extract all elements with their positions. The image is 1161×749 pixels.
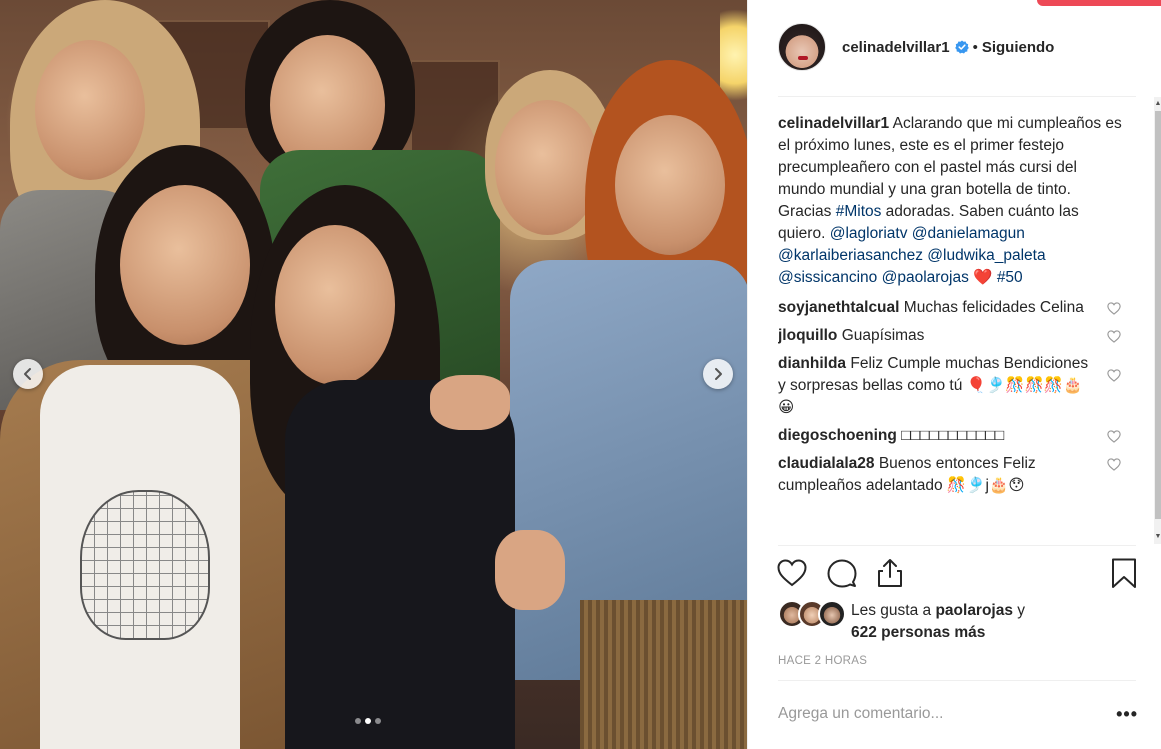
comment-input[interactable] [778,705,1078,723]
chevron-left-icon [24,368,31,380]
comment-username[interactable]: dianhilda [778,355,846,372]
carousel-indicator [355,718,381,724]
tshirt-skull-print [80,490,210,640]
more-options-button[interactable]: ••• [1116,704,1138,725]
comment-text: Muchas felicidades Celina [903,299,1084,316]
comment-username[interactable]: soyjanethtalcual [778,299,899,316]
comment-item: claudialala28 Buenos entonces Feliz cump… [778,453,1123,497]
scroll-down-arrow[interactable]: ▼ [1154,532,1161,542]
post-actions [776,555,1138,595]
person-face [615,115,725,255]
verified-badge-icon [954,40,969,54]
comment-username[interactable]: jloquillo [778,327,837,344]
scrollbar-thumb[interactable] [1155,111,1161,519]
post-photo[interactable] [0,0,747,749]
person-dress [285,380,515,749]
likes-summary: Les gusta a paolarojas y 622 personas má… [778,600,1025,644]
header-separator: • [972,38,978,56]
likes-text: Les gusta a paolarojas y 622 personas má… [851,600,1025,644]
chevron-right-icon [715,368,722,380]
post-username[interactable]: celinadelvillar1 [842,39,950,56]
mention-link[interactable]: @danielamagun [912,225,1025,242]
post-caption: celinadelvillar1 Aclarando que mi cumple… [778,113,1123,289]
post-timestamp[interactable]: HACE 2 HORAS [778,655,867,667]
comment-item: diegoschoening □□□□□□□□□□□ [778,425,1123,447]
post-header: celinadelvillar1 • Siguiendo [778,20,1054,74]
hashtag-link[interactable]: #50 [997,269,1023,286]
hashtag-link[interactable]: #Mitos [836,203,882,220]
mention-link[interactable]: @ludwika_paleta [927,247,1045,264]
footer-divider [778,680,1136,681]
carousel-dot [375,718,381,724]
like-comment-heart-icon[interactable] [1107,330,1121,343]
carousel-prev-button[interactable] [13,359,43,389]
comments-scrollbar[interactable]: ▲ ▼ [1154,97,1161,544]
like-comment-heart-icon[interactable] [1107,430,1121,443]
following-button[interactable]: Siguiendo [982,39,1055,56]
person-skirt [580,600,747,749]
like-comment-heart-icon[interactable] [1107,458,1121,471]
post-details-panel: celinadelvillar1 • Siguiendo celinadelvi… [747,0,1161,749]
scroll-up-arrow[interactable]: ▲ [1154,99,1161,109]
person-face [275,225,395,385]
person-face [120,185,250,345]
like-heart-icon[interactable] [776,557,808,589]
likes-suffix: y [1012,602,1026,619]
comments-list: celinadelvillar1 Aclarando que mi cumple… [778,113,1123,545]
share-icon[interactable] [874,557,906,589]
caption-username[interactable]: celinadelvillar1 [778,115,889,132]
comment-form: ••• [778,700,1138,728]
person-hand [430,375,510,430]
avatar[interactable] [778,23,826,71]
comment-bubble-icon[interactable] [826,557,858,589]
likes-others-link[interactable]: 622 personas más [851,624,985,641]
heart-emoji: ❤️ [973,269,993,286]
like-comment-heart-icon[interactable] [1107,302,1121,315]
mention-link[interactable]: @paolarojas [882,269,969,286]
comments-divider [778,545,1136,546]
person-hand [495,530,565,610]
comment-username[interactable]: claudialala28 [778,455,875,472]
header-divider [778,96,1136,97]
likes-prefix: Les gusta a [851,602,936,619]
comment-text: Guapísimas [841,327,925,344]
comment-item: jloquillo Guapísimas [778,325,1123,347]
mention-link[interactable]: @sissicancino [778,269,877,286]
notification-bar [1037,0,1161,6]
mention-link[interactable]: @karlaiberiasanchez [778,247,923,264]
liker-avatars[interactable] [778,600,846,628]
like-comment-heart-icon[interactable] [1107,369,1121,382]
carousel-next-button[interactable] [703,359,733,389]
comment-username[interactable]: diegoschoening [778,427,897,444]
comment-text: □□□□□□□□□□□ [901,427,1005,444]
mention-link[interactable]: @lagloriatv [830,225,908,242]
comment-item: dianhilda Feliz Cumple muchas Bendicione… [778,353,1123,419]
liker-username[interactable]: paolarojas [935,602,1013,619]
carousel-dot-active [365,718,371,724]
avatar[interactable] [818,600,846,628]
comment-item: soyjanethtalcual Muchas felicidades Celi… [778,297,1123,319]
carousel-dot [355,718,361,724]
save-bookmark-icon[interactable] [1108,557,1140,589]
person-face [35,40,145,180]
